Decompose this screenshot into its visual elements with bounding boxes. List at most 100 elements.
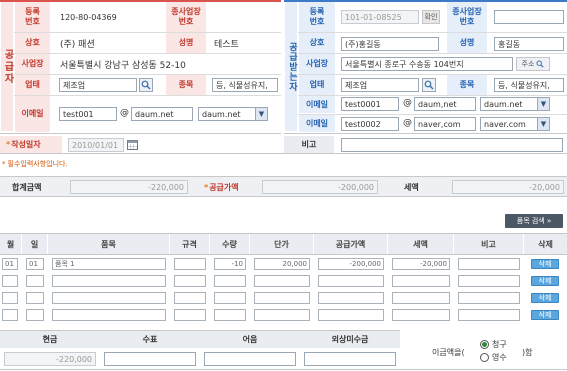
supplier-biztype-input[interactable]: 제조업 [59,78,137,92]
buyer-email2-domain-select[interactable]: naver.com ▼ [480,117,550,131]
grid-cell-qty[interactable] [214,309,246,321]
supplier-email-user-input[interactable]: test001 [59,107,117,121]
radio-claim[interactable]: 청구 [480,339,507,350]
grid-cell-note[interactable] [458,258,520,270]
grid-cell-spec[interactable] [174,292,206,304]
grid-cell-qty[interactable]: -10 [214,258,246,270]
radio-receipt[interactable]: 영수 [480,352,507,363]
magnifier-icon [536,60,545,68]
grid-cell-item[interactable] [52,275,166,287]
buyer-address-button[interactable]: 주소 [516,57,550,71]
date-label-cell: * 작성일자 [0,136,62,153]
grid-cell-note[interactable] [458,292,520,304]
grid-cell-supply[interactable]: -200,000 [318,258,384,270]
delete-row-button[interactable]: 삭제 [531,310,559,320]
grid-cell-day[interactable]: 01 [26,258,44,270]
grid-cell-spec[interactable] [174,258,206,270]
total-tax-value: -20,000 [452,180,564,194]
grid-cell-spec[interactable] [174,309,206,321]
grid-cell-note[interactable] [458,309,520,321]
supplier-reg-no-label: 등록 번호 [15,2,50,32]
buyer-biztype-search-button[interactable] [422,78,436,92]
buyer-side-text: 공급받는자 [287,41,297,92]
delete-row-button[interactable]: 삭제 [531,259,559,269]
grid-cell-price[interactable]: 20,000 [254,258,310,270]
buyer-email1-domain-select[interactable]: daum.net ▼ [480,97,550,111]
total-supply-label-cell: * 공급가액 [204,180,260,194]
note-input[interactable] [341,138,563,152]
grid-cell-supply[interactable] [318,309,384,321]
total-sum-label: 합계금액 [12,182,42,192]
delete-row-button[interactable]: 삭제 [531,293,559,303]
buyer-email2-domain-input[interactable]: naver,com [414,117,476,131]
supplier-side-label: 공급자 [1,2,13,131]
buyer-email1-domain-input[interactable]: daum,net [414,97,476,111]
supplier-address: 서울특별시 강남구 삼성동 52-10 [60,60,186,71]
grid-header-month: 월 [0,234,22,254]
item-search-button[interactable]: 품목 검색 » [505,214,563,228]
supplier-address-label: 사업장 [15,54,50,74]
grid-cell-month[interactable] [2,275,18,287]
total-supply-label: 공급가액 [209,182,239,192]
total-sum-value: -220,000 [70,180,188,194]
grid-cell-price[interactable] [254,275,310,287]
date-label: 작성일자 [11,140,41,149]
delete-row-button[interactable]: 삭제 [531,276,559,286]
grid-cell-month[interactable] [2,292,18,304]
grid-cell-month[interactable]: 01 [2,258,18,270]
grid-cell-item[interactable] [52,292,166,304]
buyer-address-input[interactable]: 서울특별시 종로구 수송동 104번지 [341,57,513,71]
radio-receipt-label: 영수 [492,353,507,362]
grid-cell-qty[interactable] [214,275,246,287]
buyer-email2-user-input[interactable]: test0002 [341,117,399,131]
calendar-icon[interactable] [127,139,138,150]
grid-cell-price[interactable] [254,309,310,321]
supplier-reg-no: 120-80-04369 [60,12,117,22]
supplier-company: (주) 패션 [60,39,95,50]
grid-cell-tax[interactable] [392,309,450,321]
grid-cell-spec[interactable] [174,275,206,287]
grid-cell-price[interactable] [254,292,310,304]
date-input[interactable]: 2010/01/01 [68,138,124,152]
supplier-item-input[interactable]: 등, 식물성유지, [212,78,278,92]
supplier-email-domain-input[interactable]: daum.net [131,107,193,121]
grid-cell-tax[interactable]: -20,000 [392,258,450,270]
buyer-name-input[interactable]: 홍길동 [494,37,564,51]
grid-header-qty: 수량 [210,234,250,254]
payment-check-input[interactable] [104,352,196,366]
chevron-down-icon: ▼ [537,118,549,130]
grid-cell-tax[interactable] [392,292,450,304]
supplier-company-label: 상호 [15,33,50,53]
radio-checked-icon [480,340,489,349]
grid-cell-day[interactable] [26,292,44,304]
buyer-reg-no-input[interactable]: 101-01-08525 [341,10,419,24]
payment-bill-label: 어음 [242,334,258,344]
grid-cell-note[interactable] [458,275,520,287]
supplier-biztype-search-button[interactable] [139,78,153,92]
grid-cell-supply[interactable] [318,292,384,304]
grid-cell-item[interactable]: 품목 1 [52,258,166,270]
buyer-item-input[interactable]: 등, 식물성유지, [494,78,564,92]
grid-cell-supply[interactable] [318,275,384,287]
buyer-company-label: 상호 [299,33,335,53]
payment-cash-input[interactable]: -220,000 [4,352,96,366]
grid-cell-month[interactable] [2,309,18,321]
grid-cell-day[interactable] [26,275,44,287]
supplier-email-domain-select[interactable]: daum.net ▼ [198,107,268,121]
buyer-email1-user-input[interactable]: test0001 [341,97,399,111]
grid-cell-tax[interactable] [392,275,450,287]
grid-cell-item[interactable] [52,309,166,321]
receipt-type-group: 청구 영수 [476,337,526,365]
buyer-branch-input[interactable] [494,10,564,24]
buyer-biztype-input[interactable]: 제조업 [341,78,419,92]
grid-cell-qty[interactable] [214,292,246,304]
buyer-company-input[interactable]: (주)홍길동 [341,37,439,51]
supplier-item-label: 종목 [166,75,206,95]
grid-header-price: 단가 [250,234,314,254]
payment-bill-input[interactable] [204,352,296,366]
grid-header-note: 비고 [454,234,524,254]
payment-cash-label: 현금 [42,334,58,344]
buyer-confirm-button[interactable]: 확인 [422,10,440,24]
grid-cell-day[interactable] [26,309,44,321]
payment-credit-input[interactable] [304,352,396,366]
